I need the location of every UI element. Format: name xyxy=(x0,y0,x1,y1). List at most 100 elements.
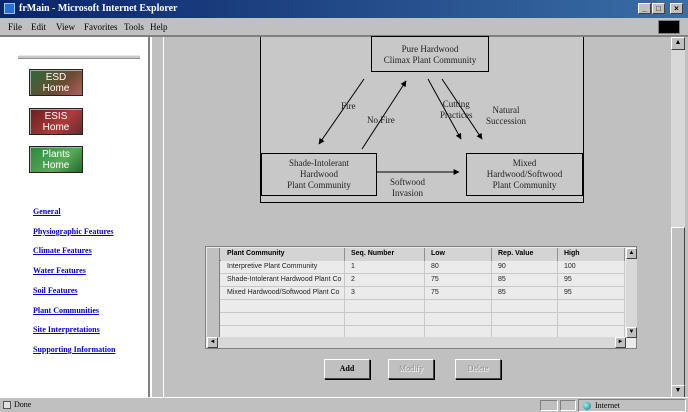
table-cell[interactable]: 75 xyxy=(425,287,492,300)
column-header[interactable]: Low xyxy=(425,248,492,261)
table-row[interactable] xyxy=(207,313,625,326)
menu-file[interactable]: File xyxy=(8,22,22,32)
grid-vertical-scrollbar[interactable]: ▲ ▼ xyxy=(626,248,637,338)
table-cell[interactable]: 85 xyxy=(492,287,558,300)
table-cell[interactable] xyxy=(221,313,345,326)
column-header[interactable]: Seq. Number xyxy=(345,248,425,261)
nav-link-water-features[interactable]: Water Features xyxy=(33,266,86,275)
table-cell[interactable]: 80 xyxy=(425,261,492,274)
minimize-button[interactable]: _ xyxy=(638,3,651,14)
row-selector[interactable] xyxy=(207,300,220,313)
cutting-practices-label: Cutting Practices xyxy=(440,99,472,121)
modify-button[interactable]: Modify xyxy=(388,359,434,379)
nav-link-plant-communities[interactable]: Plant Communities xyxy=(33,306,99,315)
status-pane-1 xyxy=(540,400,558,411)
status-pane-2 xyxy=(560,400,576,411)
table-cell[interactable]: 3 xyxy=(345,287,425,300)
grid-scroll-right-button[interactable]: ► xyxy=(615,337,626,348)
page-scroll-up-button[interactable]: ▲ xyxy=(671,37,685,50)
menu-bar: File Edit View Favorites Tools Help xyxy=(0,18,688,36)
table-row[interactable]: Mixed Hardwood/Softwood Plant Co 3 75 85 95 xyxy=(207,287,625,300)
column-header[interactable]: Rep. Value xyxy=(492,248,558,261)
menu-help[interactable]: Help xyxy=(150,22,168,32)
pure-hardwood-box: Pure Hardwood Climax Plant Community xyxy=(371,36,489,72)
plants-home-button[interactable]: Plants Home xyxy=(29,146,83,173)
pure-hardwood-line-2: Climax Plant Community xyxy=(383,55,477,65)
grid-horizontal-scrollbar[interactable]: ◄ ► xyxy=(207,337,626,348)
left-nav-frame: ESD Home ESIS Home Plants Home General P… xyxy=(0,37,150,398)
table-cell[interactable] xyxy=(492,300,558,313)
nav-link-supporting-information[interactable]: Supporting Information xyxy=(33,345,115,354)
row-selector[interactable] xyxy=(207,287,220,300)
grid-scroll-up-button[interactable]: ▲ xyxy=(626,248,637,259)
shade-intolerant-line-3: Plant Community xyxy=(287,180,351,190)
table-cell[interactable]: 95 xyxy=(558,274,625,287)
row-selector[interactable] xyxy=(207,313,220,326)
table-cell[interactable] xyxy=(492,313,558,326)
natural-label-line-1: Natural xyxy=(492,105,520,115)
row-selector[interactable] xyxy=(207,261,220,274)
menu-edit[interactable]: Edit xyxy=(31,22,46,32)
esd-home-button[interactable]: ESD Home xyxy=(29,69,83,96)
table-cell[interactable]: 1 xyxy=(345,261,425,274)
page-scroll-thumb[interactable] xyxy=(671,227,685,387)
natural-succession-label: Natural Succession xyxy=(486,105,526,127)
table-row[interactable]: Interpretive Plant Community 1 80 90 100 xyxy=(207,261,625,274)
main-frame: Pure Hardwood Climax Plant Community Sha… xyxy=(152,36,688,398)
maximize-button[interactable]: □ xyxy=(652,3,665,14)
table-cell[interactable]: 85 xyxy=(492,274,558,287)
table-cell[interactable]: 90 xyxy=(492,261,558,274)
grid-scroll-left-button[interactable]: ◄ xyxy=(207,337,218,348)
nav-link-soil-features[interactable]: Soil Features xyxy=(33,286,78,295)
table-cell[interactable]: 95 xyxy=(558,287,625,300)
nav-divider xyxy=(18,55,140,59)
natural-label-line-2: Succession xyxy=(486,116,526,126)
ie-app-icon[interactable] xyxy=(4,3,15,14)
table-row[interactable]: Shade-Intolerant Hardwood Plant Co 2 75 85 9… xyxy=(207,274,625,287)
table-cell[interactable] xyxy=(558,300,625,313)
esis-home-button[interactable]: ESIS Home xyxy=(29,108,83,135)
menu-favorites[interactable]: Favorites xyxy=(84,22,118,32)
table-cell[interactable]: 100 xyxy=(558,261,625,274)
table-cell[interactable] xyxy=(221,300,345,313)
add-button[interactable]: Add xyxy=(324,359,370,379)
nav-link-general[interactable]: General xyxy=(33,207,61,216)
grid-header-row: Plant Community Seq. Number Low Rep. Value H… xyxy=(207,248,625,261)
table-cell[interactable] xyxy=(425,300,492,313)
window-title-bar[interactable]: frMain - Microsoft Internet Explorer _ □… xyxy=(0,0,688,18)
nav-link-site-interpretations[interactable]: Site Interpretations xyxy=(33,325,100,334)
column-header[interactable]: Plant Community xyxy=(221,248,345,261)
menu-tools[interactable]: Tools xyxy=(124,22,144,32)
nav-link-climate-features[interactable]: Climate Features xyxy=(33,246,92,255)
menu-view[interactable]: View xyxy=(56,22,75,32)
esd-home-label-1: ESD xyxy=(45,72,67,83)
row-selector[interactable] xyxy=(207,248,220,261)
row-selector[interactable] xyxy=(207,274,220,287)
nav-link-physiographic-features[interactable]: Physiographic Features xyxy=(33,227,114,236)
softwood-label-line-1: Softwood xyxy=(390,177,426,187)
window-title: frMain - Microsoft Internet Explorer xyxy=(19,3,178,14)
grid-rows: Plant Community Seq. Number Low Rep. Value H… xyxy=(207,248,625,339)
table-cell[interactable]: 2 xyxy=(345,274,425,287)
table-cell[interactable] xyxy=(345,313,425,326)
plant-community-grid[interactable]: Plant Community Seq. Number Low Rep. Value H… xyxy=(205,246,637,349)
table-cell[interactable]: Shade-Intolerant Hardwood Plant Co xyxy=(221,274,345,287)
table-row[interactable] xyxy=(207,300,625,313)
table-cell[interactable]: Mixed Hardwood/Softwood Plant Co xyxy=(221,287,345,300)
esis-home-label-2: Home xyxy=(42,122,70,133)
table-cell[interactable]: Interpretive Plant Community xyxy=(221,261,345,274)
table-cell[interactable]: 75 xyxy=(425,274,492,287)
column-header[interactable]: High xyxy=(558,248,625,261)
delete-button[interactable]: Delete xyxy=(455,359,501,379)
mixed-line-2: Hardwood/Softwood xyxy=(486,169,563,179)
page-vertical-scrollbar[interactable]: ▲ ▼ xyxy=(671,37,685,398)
table-cell[interactable] xyxy=(425,313,492,326)
close-button[interactable]: × xyxy=(670,3,683,14)
shade-intolerant-line-2: Hardwood xyxy=(300,169,338,179)
grid-scroll-down-button[interactable]: ▼ xyxy=(626,327,637,338)
status-bar: Done Internet xyxy=(0,397,688,412)
internet-globe-icon xyxy=(583,402,591,410)
plants-home-label-1: Plants xyxy=(42,149,70,160)
table-cell[interactable] xyxy=(558,313,625,326)
table-cell[interactable] xyxy=(345,300,425,313)
